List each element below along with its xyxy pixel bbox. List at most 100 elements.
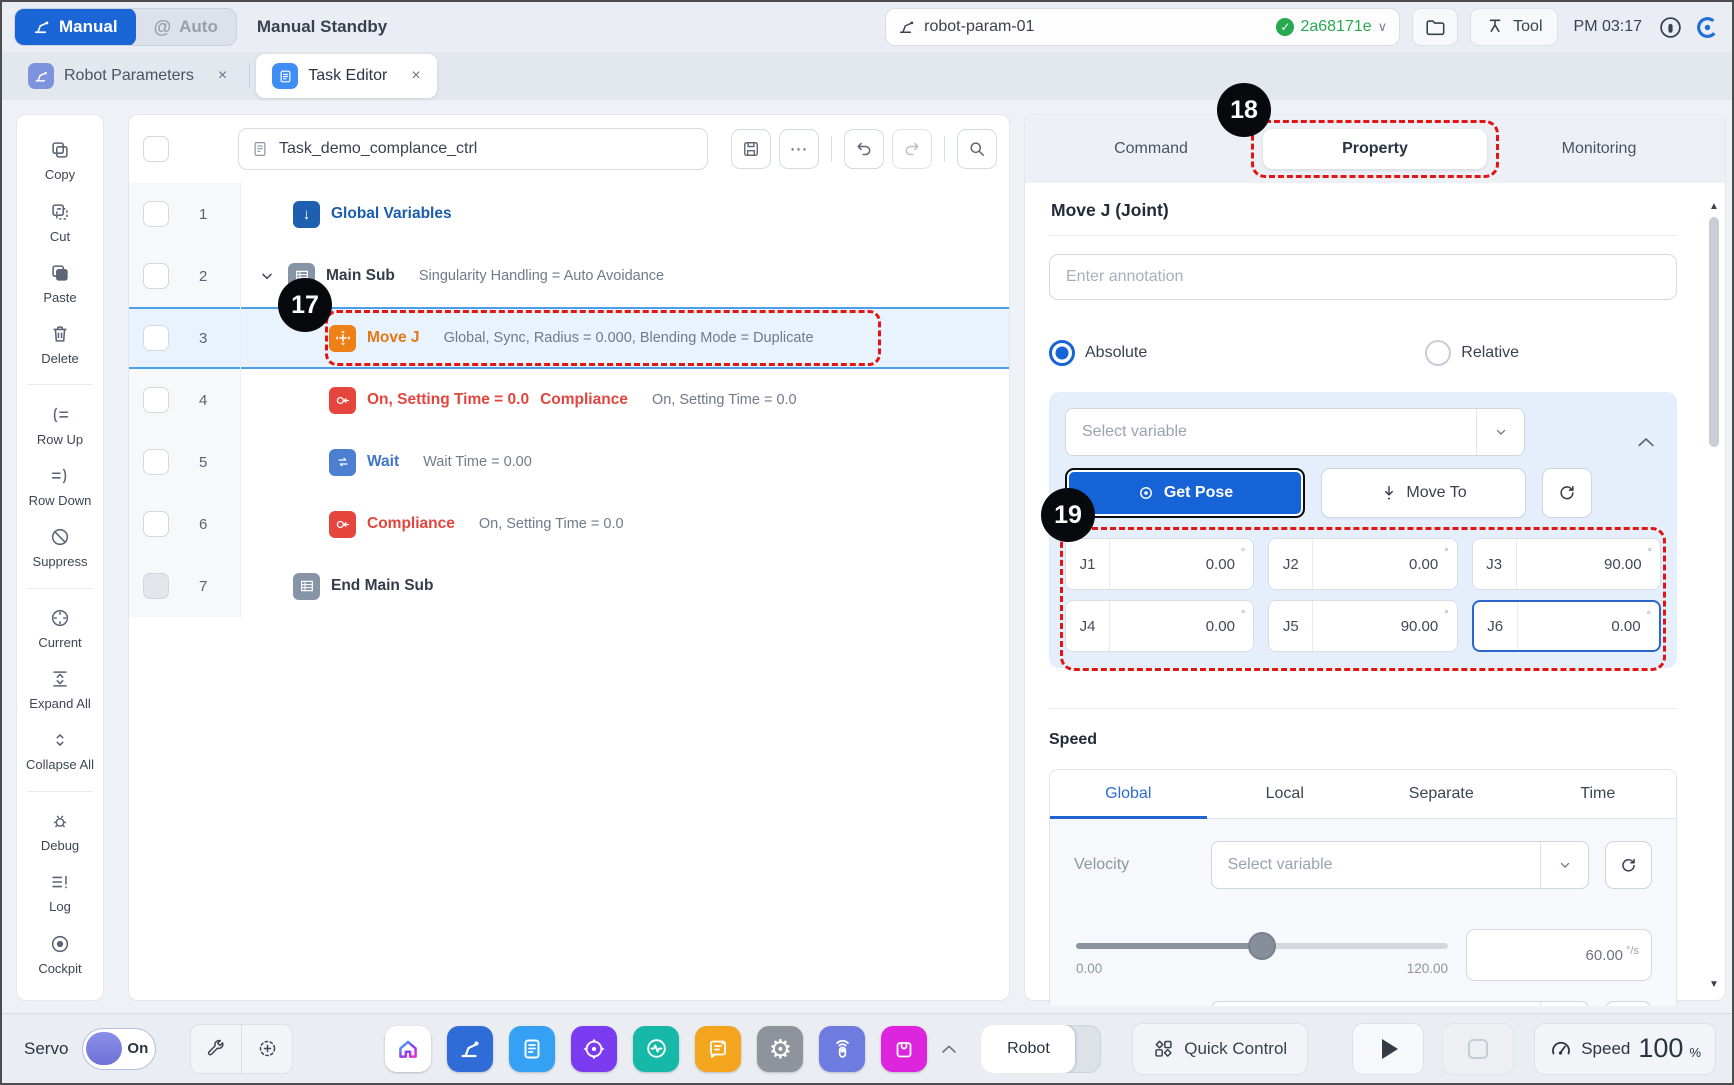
task-row-move-j[interactable]: 3 Move J Global, Sync, Radius = 0.000, B…: [129, 307, 1009, 369]
joint-input[interactable]: [1313, 618, 1442, 635]
joint-input[interactable]: [1313, 556, 1442, 573]
delete-button[interactable]: Delete: [17, 323, 103, 366]
annotation-input[interactable]: [1049, 254, 1677, 300]
play-button[interactable]: [1352, 1023, 1424, 1075]
velocity-variable-select[interactable]: Select variable: [1211, 841, 1590, 889]
tab-robot-parameters[interactable]: Robot Parameters ×: [12, 52, 243, 100]
clipped-variable-select[interactable]: [1211, 1001, 1590, 1006]
expand-all-button[interactable]: Expand All: [17, 668, 103, 711]
tab-separate[interactable]: Separate: [1363, 770, 1520, 818]
cut-button[interactable]: Cut: [17, 201, 103, 244]
task-row-end-main-sub[interactable]: 7 End Main Sub: [129, 555, 1009, 617]
copy-button[interactable]: Copy: [17, 139, 103, 182]
cockpit-button[interactable]: Cockpit: [17, 933, 103, 976]
tab-command[interactable]: Command: [1039, 129, 1263, 169]
row-checkbox[interactable]: [143, 201, 169, 227]
auto-mode-button[interactable]: @ Auto: [136, 8, 236, 46]
suppress-button[interactable]: Suppress: [17, 526, 103, 569]
wrench-button[interactable]: [191, 1024, 241, 1074]
paste-button[interactable]: Paste: [17, 262, 103, 305]
more-button[interactable]: ⋯: [779, 129, 819, 169]
search-button[interactable]: [957, 129, 997, 169]
tab-local[interactable]: Local: [1207, 770, 1364, 818]
dock-collapse-icon[interactable]: [941, 1044, 957, 1054]
robot-target-label[interactable]: Robot: [981, 1025, 1075, 1073]
velocity-value-field[interactable]: 60.00 °/s: [1466, 929, 1652, 981]
absolute-radio[interactable]: [1049, 340, 1075, 366]
task-row-global-variables[interactable]: 1 ↓ Global Variables: [129, 183, 1009, 245]
row-checkbox[interactable]: [143, 449, 169, 475]
chevron-down-icon[interactable]: [1540, 1002, 1588, 1006]
tab-monitoring[interactable]: Monitoring: [1487, 129, 1711, 169]
velocity-slider[interactable]: 0.00 120.00: [1076, 929, 1448, 976]
row-checkbox[interactable]: [143, 325, 169, 351]
joint-input[interactable]: [1518, 618, 1645, 635]
tool-button[interactable]: Tool: [1470, 8, 1557, 46]
clipped-refresh-button[interactable]: [1605, 1001, 1652, 1006]
row-down-button[interactable]: Row Down: [17, 465, 103, 508]
scroll-up-icon[interactable]: ▲: [1708, 201, 1720, 212]
scrollbar-thumb[interactable]: [1709, 217, 1719, 447]
relative-radio[interactable]: [1425, 340, 1451, 366]
row-checkbox[interactable]: [143, 263, 169, 289]
panel-scrollbar[interactable]: ▲ ▼: [1707, 201, 1721, 990]
jog-adjust-button[interactable]: [242, 1024, 292, 1074]
joint-input[interactable]: [1110, 618, 1239, 635]
select-all-checkbox[interactable]: [143, 136, 169, 162]
close-icon[interactable]: ×: [411, 67, 420, 85]
tab-task-editor[interactable]: Task Editor ×: [256, 54, 436, 98]
robot-app-icon[interactable]: [447, 1026, 493, 1072]
refresh-velocity-button[interactable]: [1605, 841, 1652, 889]
close-icon[interactable]: ×: [218, 67, 227, 85]
task-row-main-sub[interactable]: 2 Main Sub Singularity Handling = Auto A…: [129, 245, 1009, 307]
refresh-pose-button[interactable]: [1542, 468, 1592, 518]
tab-global[interactable]: Global: [1050, 770, 1207, 818]
tab-property[interactable]: Property 18: [1263, 129, 1487, 169]
slider-handle[interactable]: [1248, 932, 1276, 960]
joint-input[interactable]: [1110, 556, 1239, 573]
task-row-compliance[interactable]: 6 Compliance On, Setting Time = 0.0: [129, 493, 1009, 555]
scroll-down-icon[interactable]: ▼: [1708, 979, 1720, 990]
joint-input[interactable]: [1517, 556, 1646, 573]
task-row-wait[interactable]: 5 Wait Wait Time = 0.00: [129, 431, 1009, 493]
chevron-down-icon[interactable]: [259, 268, 275, 284]
store-app-icon[interactable]: [881, 1026, 927, 1072]
remote-app-icon[interactable]: [819, 1026, 865, 1072]
tab-time[interactable]: Time: [1520, 770, 1677, 818]
debug-button[interactable]: Debug: [17, 810, 103, 853]
robot-target-switch[interactable]: Robot: [981, 1025, 1101, 1073]
current-button[interactable]: Current: [17, 607, 103, 650]
log-app-icon[interactable]: [695, 1026, 741, 1072]
log-button[interactable]: Log: [17, 871, 103, 914]
open-file-button[interactable]: [1412, 8, 1458, 46]
home-app-icon[interactable]: [385, 1026, 431, 1072]
brand-logo-icon[interactable]: [1695, 15, 1720, 40]
chevron-down-icon[interactable]: [1540, 842, 1588, 888]
jog-app-icon[interactable]: [571, 1026, 617, 1072]
settings-app-icon[interactable]: ⚙: [757, 1026, 803, 1072]
task-name-field[interactable]: Task_demo_complance_ctrl: [238, 128, 708, 170]
pose-variable-select[interactable]: Select variable: [1065, 408, 1525, 456]
task-editor-app-icon[interactable]: [509, 1026, 555, 1072]
row-checkbox[interactable]: [143, 511, 169, 537]
pendant-icon[interactable]: [1658, 15, 1683, 40]
save-button[interactable]: [731, 129, 771, 169]
collapse-all-button[interactable]: Collapse All: [17, 729, 103, 772]
monitoring-app-icon[interactable]: [633, 1026, 679, 1072]
row-checkbox[interactable]: [143, 387, 169, 413]
undo-button[interactable]: [844, 129, 884, 169]
task-row-compliance[interactable]: 4 On, Setting Time = 0.0 Compliance On, …: [129, 369, 1009, 431]
speed-indicator[interactable]: Speed 100 %: [1534, 1023, 1716, 1075]
servo-toggle[interactable]: On: [82, 1028, 156, 1070]
stop-button[interactable]: [1442, 1023, 1514, 1075]
move-to-button[interactable]: Move To: [1321, 468, 1526, 518]
manual-mode-button[interactable]: Manual: [15, 8, 136, 46]
commit-dropdown[interactable]: ✓ 2a68171e ∨: [1276, 18, 1387, 36]
row-up-button[interactable]: Row Up: [17, 404, 103, 447]
get-pose-button[interactable]: Get Pose: [1065, 468, 1305, 518]
robot-file-pill[interactable]: robot-param-01 ✓ 2a68171e ∨: [885, 8, 1400, 46]
chevron-down-icon[interactable]: [1476, 409, 1524, 455]
quick-control-button[interactable]: Quick Control: [1132, 1023, 1308, 1075]
collapse-section-button[interactable]: [1637, 436, 1655, 448]
redo-button[interactable]: [892, 129, 932, 169]
